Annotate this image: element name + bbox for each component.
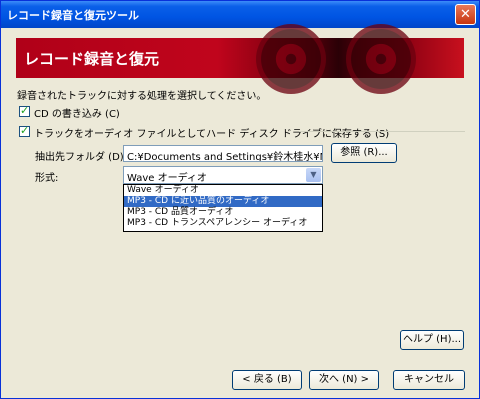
format-option[interactable]: Wave オーディオ — [124, 185, 322, 196]
window-title: レコード録音と復元ツール — [7, 9, 139, 22]
destination-folder-field[interactable]: C:¥Documents and Settings¥鈴木桂水¥M — [123, 145, 323, 162]
help-button[interactable]: ヘルプ (H)... — [400, 330, 464, 350]
save-hd-checkbox[interactable]: ✓ — [19, 124, 30, 137]
record-disc-image — [346, 24, 416, 94]
format-option[interactable]: MP3 - CD トランスペアレンシー オーディオ — [124, 218, 322, 229]
browse-button[interactable]: 参照 (R)... — [331, 143, 397, 163]
format-dropdown-list[interactable]: Wave オーディオ MP3 - CD に近い品質のオーディオ MP3 - CD… — [123, 184, 323, 232]
group-divider — [299, 131, 465, 132]
checkmark-icon: ✓ — [20, 104, 30, 117]
format-option[interactable]: MP3 - CD 品質オーディオ — [124, 207, 322, 218]
next-button[interactable]: 次へ (N) > — [309, 370, 379, 390]
format-select[interactable]: Wave オーディオ ▼ — [123, 166, 323, 184]
checkmark-icon: ✓ — [20, 124, 30, 137]
format-label: 形式: — [35, 173, 59, 184]
back-button[interactable]: < 戻る (B) — [232, 370, 302, 390]
record-disc-image — [256, 24, 326, 94]
write-cd-checkbox[interactable]: ✓ — [19, 104, 30, 117]
cancel-button[interactable]: キャンセル — [393, 370, 465, 390]
save-hd-label[interactable]: トラックをオーディオ ファイルとしてハード ディスク ドライブに保存する (S) — [34, 125, 389, 140]
instruction-text: 録音されたトラックに対する処理を選択してください。 — [17, 91, 267, 102]
write-cd-label[interactable]: CD の書き込み (C) — [34, 105, 120, 120]
chevron-down-icon[interactable]: ▼ — [306, 168, 321, 182]
format-selected-value: Wave オーディオ — [127, 173, 207, 184]
close-button[interactable]: ✕ — [455, 4, 476, 25]
title-bar[interactable]: レコード録音と復元ツール ✕ — [1, 1, 479, 28]
banner-title: レコード録音と復元 — [24, 50, 160, 68]
destination-label: 抽出先フォルダ (D): — [35, 152, 128, 163]
format-option[interactable]: MP3 - CD に近い品質のオーディオ — [124, 196, 322, 207]
header-banner: レコード録音と復元 — [16, 24, 464, 94]
dialog-window: レコード録音と復元ツール ✕ レコード録音と復元 録音されたトラックに対する処理… — [0, 0, 480, 399]
